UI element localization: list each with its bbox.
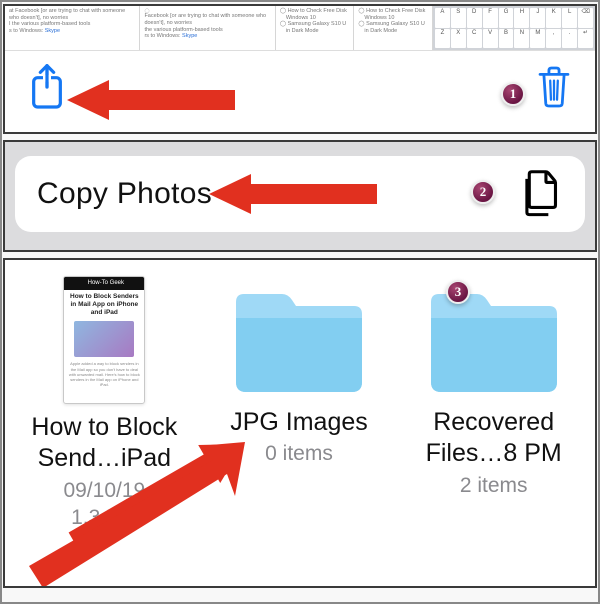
file-name: How to Block Send…iPad [31,412,177,475]
keyboard-thumb: ASDFGHJKL⌫ ZXCVBNM,.↵ [433,6,595,50]
copy-photos-row[interactable]: Copy Photos 2 [15,156,585,232]
trash-icon [535,65,573,109]
panel-share-toolbar: at Facebook [or are trying to chat with … [3,4,597,134]
copy-photos-label: Copy Photos [37,177,212,211]
share-icon [27,63,67,111]
panel-copy-photos: Copy Photos 2 [3,140,597,252]
file-meta: 09/10/19 1.3 MB [63,477,145,532]
app-switcher-thumbnails: at Facebook [or are trying to chat with … [5,6,595,51]
share-button[interactable] [27,63,67,116]
annotation-arrow-2 [209,171,379,217]
copy-icon [517,167,563,222]
browser-thumb-4: ◯ How to Check Free Disk Windows 10 ◯ Sa… [354,6,433,50]
annotation-badge-3: 3 [446,280,470,304]
folder-name: Recovered Files…8 PM [426,407,562,470]
browser-thumb-2: ◯ Facebook [or are trying to chat with s… [140,6,275,50]
panel-files: How-To Geek How to Block Senders in Mail… [3,258,597,588]
folder-meta: 0 items [265,440,333,467]
annotation-badge-2: 2 [471,180,495,204]
files-row: How-To Geek How to Block Senders in Mail… [5,260,595,531]
browser-thumb-1: at Facebook [or are trying to chat with … [5,6,140,50]
doc-thumbnail: How-To Geek How to Block Senders in Mail… [63,276,145,404]
browser-thumb-3: ◯ How to Check Free Disk Windows 10 ◯ Sa… [276,6,355,50]
folder-jpg-images[interactable]: JPG Images 0 items [206,274,393,531]
folder-name: JPG Images [230,407,368,438]
folder-recovered[interactable]: Recovered Files…8 PM 2 items [400,274,587,531]
file-item-doc[interactable]: How-To Geek How to Block Senders in Mail… [11,274,198,531]
folder-icon [224,274,374,399]
folder-meta: 2 items [460,472,528,499]
folder-icon [419,274,569,399]
annotation-badge-1: 1 [501,82,525,106]
trash-button[interactable] [535,65,573,114]
